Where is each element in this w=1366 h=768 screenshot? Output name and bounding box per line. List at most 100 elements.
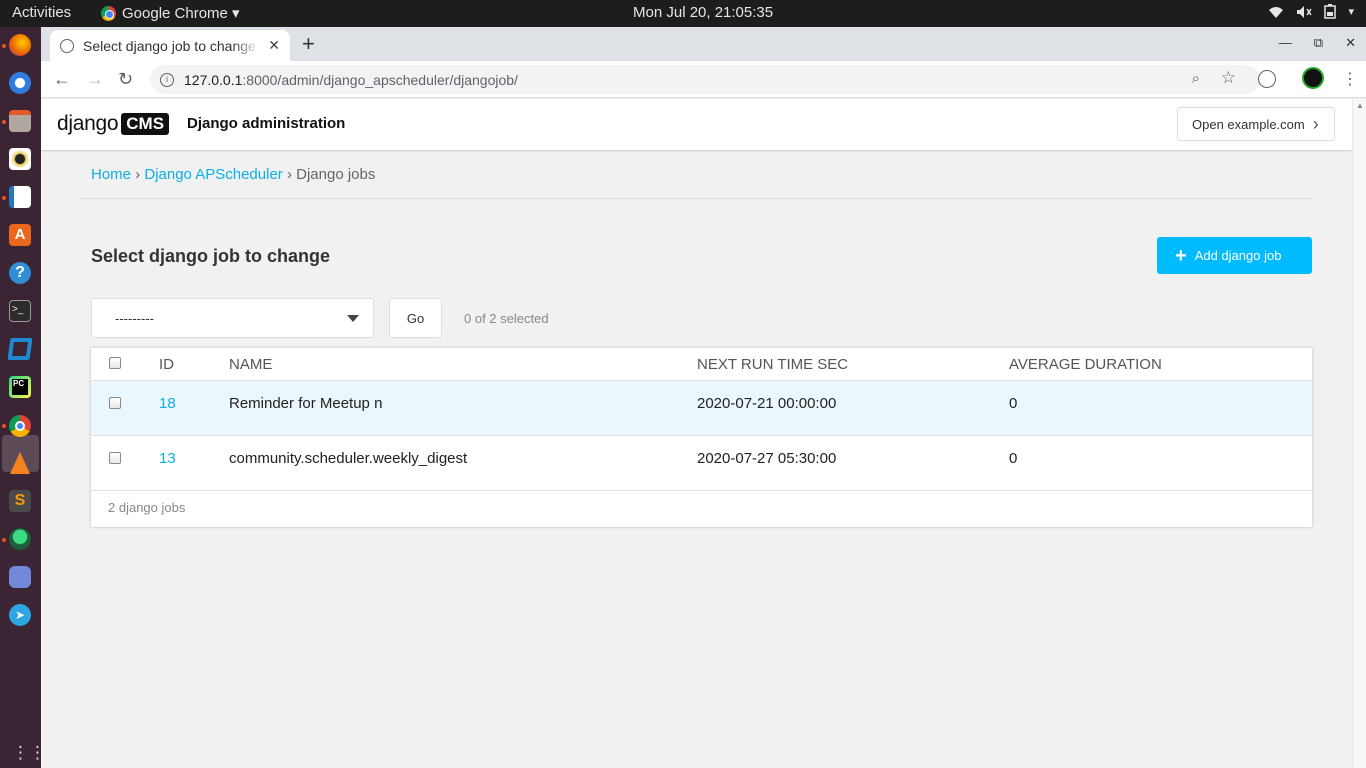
chrome-window: Select django job to change ✕ + — ⧉ ✕ ← … xyxy=(41,27,1366,768)
open-site-button[interactable]: Open example.com › xyxy=(1177,107,1335,141)
window-controls: — ⧉ ✕ xyxy=(1279,35,1356,51)
maximize-icon[interactable]: ⧉ xyxy=(1314,35,1323,51)
extension-icon[interactable] xyxy=(1258,70,1276,88)
chrome-app-icon xyxy=(101,5,116,21)
table-row[interactable]: 18 Reminder for Meetup n 2020-07-21 00:0… xyxy=(91,381,1312,436)
app-menu[interactable]: Google Chrome ▾ xyxy=(101,4,240,22)
admin-title[interactable]: Django administration xyxy=(187,115,345,132)
profile-avatar[interactable] xyxy=(1302,67,1324,89)
row-next-run: 2020-07-21 00:00:00 xyxy=(697,395,837,412)
android-studio-icon[interactable] xyxy=(9,528,31,550)
activities-button[interactable]: Activities xyxy=(12,4,71,21)
plus-icon: + xyxy=(1175,244,1187,267)
go-button[interactable]: Go xyxy=(389,298,442,338)
volume-icon xyxy=(1297,5,1313,18)
battery-icon xyxy=(1324,4,1337,19)
site-info-icon[interactable]: i xyxy=(160,72,174,87)
divider xyxy=(80,198,1312,199)
bookmark-star-icon[interactable]: ☆ xyxy=(1221,68,1236,88)
result-count: 2 django jobs xyxy=(108,500,186,515)
table-header: ID NAME NEXT RUN TIME SEC AVERAGE DURATI… xyxy=(91,348,1312,381)
running-indicator xyxy=(2,120,6,124)
selection-counter: 0 of 2 selected xyxy=(464,311,549,326)
thunderbird-icon[interactable] xyxy=(9,72,31,94)
results-table: ID NAME NEXT RUN TIME SEC AVERAGE DURATI… xyxy=(91,348,1312,527)
table-row[interactable]: 13 community.scheduler.weekly_digest 202… xyxy=(91,436,1312,491)
zoom-icon[interactable]: ⌕ xyxy=(1192,70,1200,87)
terminal-icon[interactable]: >_ xyxy=(9,300,31,322)
breadcrumb-separator: › xyxy=(286,166,292,183)
discord-icon[interactable] xyxy=(9,566,31,588)
row-id-link[interactable]: 18 xyxy=(159,395,176,412)
rhythmbox-icon[interactable] xyxy=(9,148,31,170)
back-icon[interactable]: ← xyxy=(53,69,71,90)
running-indicator xyxy=(2,196,6,200)
caret-down-icon xyxy=(347,315,359,322)
page-scrollbar[interactable]: ▲ xyxy=(1352,99,1366,768)
breadcrumb-home[interactable]: Home xyxy=(91,166,131,183)
row-name: community.scheduler.weekly_digest xyxy=(229,450,468,467)
logo-badge: CMS xyxy=(121,113,170,135)
logo-text: django xyxy=(57,112,119,135)
vscode-icon[interactable] xyxy=(7,338,33,360)
address-bar[interactable]: i 127.0.0.1:8000/admin/django_apschedule… xyxy=(150,65,1260,94)
globe-icon xyxy=(60,38,74,53)
close-window-icon[interactable]: ✕ xyxy=(1345,35,1356,51)
breadcrumb-app[interactable]: Django APScheduler xyxy=(144,166,282,183)
row-checkbox[interactable] xyxy=(109,397,121,409)
ubuntu-dock: A ? >_ PC S ➤ ⋮⋮⋮ xyxy=(0,27,63,768)
running-indicator xyxy=(2,44,6,48)
sublime-icon[interactable]: S xyxy=(9,490,31,512)
vlc-icon[interactable] xyxy=(10,452,30,474)
cms-toolbar: django CMS Django administration Open ex… xyxy=(41,99,1352,150)
chrome-menu-icon[interactable]: ⋮ xyxy=(1342,69,1358,89)
browser-tab-active[interactable]: Select django job to change ✕ xyxy=(50,30,290,61)
new-tab-button[interactable]: + xyxy=(302,31,315,57)
action-select[interactable]: --------- xyxy=(91,298,374,338)
breadcrumb-separator: › xyxy=(135,166,141,183)
action-select-value: --------- xyxy=(115,310,154,326)
power-menu-caret-icon: ▾ xyxy=(1348,6,1354,18)
add-django-job-button[interactable]: + Add django job xyxy=(1157,237,1312,274)
close-tab-icon[interactable]: ✕ xyxy=(268,37,280,54)
url-host: 127.0.0.1 xyxy=(184,71,243,88)
wifi-icon xyxy=(1269,6,1284,18)
forward-icon[interactable]: → xyxy=(86,69,104,90)
files-icon[interactable] xyxy=(9,110,31,132)
firefox-icon[interactable] xyxy=(9,34,31,56)
gnome-top-bar: Activities Google Chrome ▾ Mon Jul 20, 2… xyxy=(0,0,1366,27)
browser-toolbar: ← → ↻ i 127.0.0.1:8000/admin/django_apsc… xyxy=(41,61,1366,98)
minimize-icon[interactable]: — xyxy=(1279,35,1292,51)
row-id-link[interactable]: 13 xyxy=(159,450,176,467)
row-average-duration: 0 xyxy=(1009,450,1018,467)
tab-strip: Select django job to change ✕ + — ⧉ ✕ xyxy=(41,27,1366,61)
chevron-right-icon: › xyxy=(1312,113,1319,134)
running-indicator xyxy=(2,424,6,428)
row-next-run: 2020-07-27 05:30:00 xyxy=(697,450,837,467)
writer-icon[interactable] xyxy=(9,186,31,208)
column-header-average-duration[interactable]: AVERAGE DURATION xyxy=(1009,356,1162,373)
reload-icon[interactable]: ↻ xyxy=(118,69,133,90)
django-cms-logo[interactable]: django CMS xyxy=(57,112,170,136)
software-icon[interactable]: A xyxy=(9,224,31,246)
scroll-up-icon[interactable]: ▲ xyxy=(1356,101,1364,110)
add-button-label: Add django job xyxy=(1194,248,1282,263)
column-header-next-run[interactable]: NEXT RUN TIME SEC xyxy=(697,356,848,373)
select-all-checkbox[interactable] xyxy=(109,357,121,369)
row-name: Reminder for Meetup n xyxy=(229,395,383,412)
row-average-duration: 0 xyxy=(1009,395,1018,412)
clock[interactable]: Mon Jul 20, 21:05:35 xyxy=(633,4,773,21)
chrome-icon[interactable] xyxy=(9,415,31,437)
column-header-id[interactable]: ID xyxy=(159,356,174,373)
open-site-label: Open example.com xyxy=(1192,116,1305,132)
app-menu-label: Google Chrome ▾ xyxy=(122,5,240,22)
help-icon[interactable]: ? xyxy=(9,262,31,284)
telegram-icon[interactable]: ➤ xyxy=(9,604,31,626)
pycharm-icon[interactable]: PC xyxy=(9,376,31,398)
column-header-name[interactable]: NAME xyxy=(229,356,272,373)
breadcrumb: Home › Django APScheduler › Django jobs xyxy=(91,166,375,183)
row-checkbox[interactable] xyxy=(109,452,121,464)
page-content: django CMS Django administration Open ex… xyxy=(41,99,1352,768)
url-path: :8000/admin/django_apscheduler/djangojob… xyxy=(242,71,518,88)
system-tray[interactable]: ▾ xyxy=(1268,4,1354,19)
